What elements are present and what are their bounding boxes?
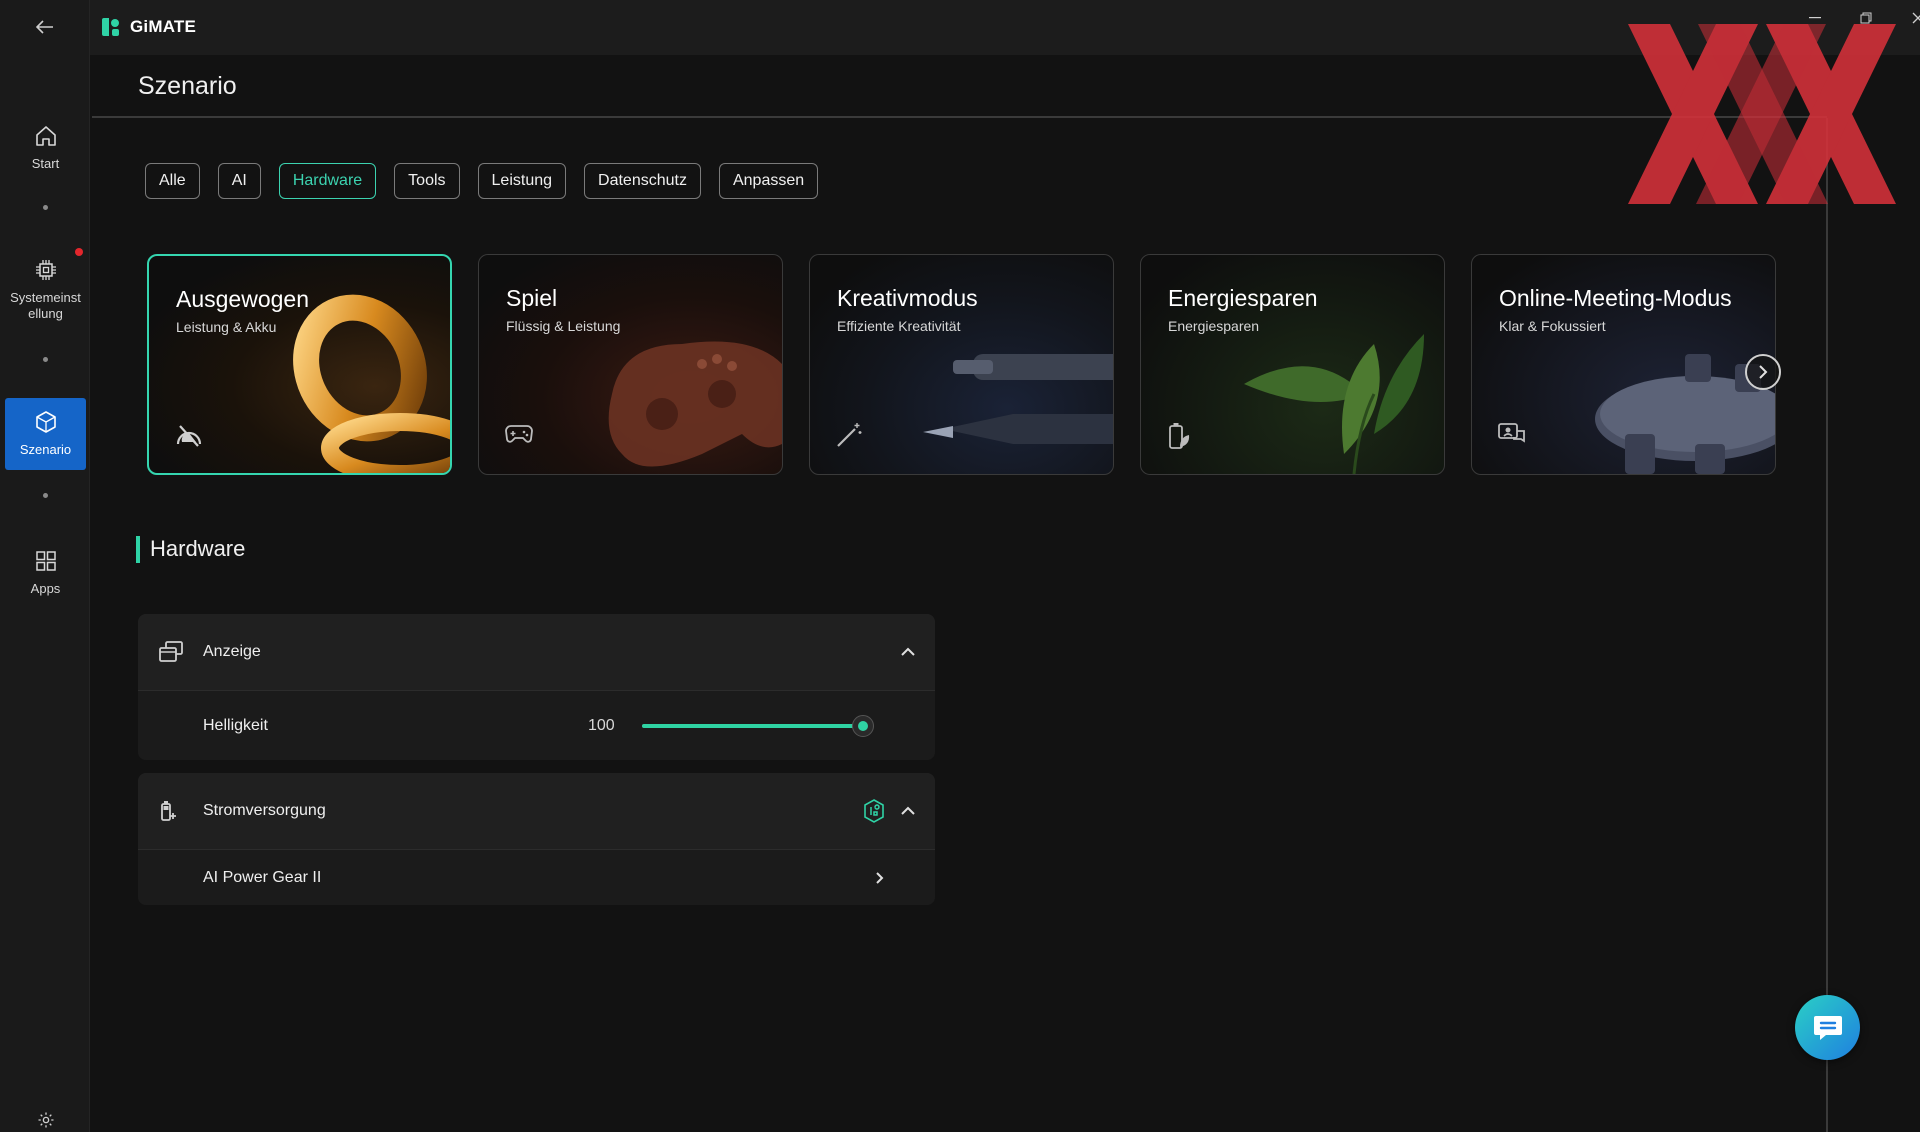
- cube-icon: [35, 411, 56, 433]
- scenario-card-ausgewogen[interactable]: Ausgewogen Leistung & Akku: [147, 254, 452, 475]
- slider-thumb[interactable]: [852, 715, 874, 737]
- nav-separator-dot: [43, 357, 48, 362]
- card-subtitle: Effiziente Kreativität: [837, 318, 961, 334]
- filter-chip-anpassen[interactable]: Anpassen: [718, 163, 819, 199]
- filter-chip-hardware[interactable]: Hardware: [278, 163, 377, 199]
- header-divider: [92, 116, 1827, 118]
- card-title: Online-Meeting-Modus: [1499, 285, 1732, 311]
- scenario-card-kreativmodus[interactable]: Kreativmodus Effiziente Kreativität: [809, 254, 1114, 475]
- card-title: Kreativmodus: [837, 285, 978, 311]
- chip-icon: [35, 259, 56, 280]
- meeting-table-art: [1595, 354, 1775, 474]
- filter-chip-datenschutz[interactable]: Datenschutz: [584, 163, 701, 199]
- arrow-left-icon: [36, 20, 53, 34]
- meeting-icon: [1498, 423, 1525, 443]
- chevron-right-icon: [876, 871, 884, 884]
- app-logo: GiMATE: [100, 16, 196, 38]
- card-subtitle: Leistung & Akku: [176, 319, 277, 335]
- page-title: Szenario: [138, 72, 237, 100]
- sidebar-item-label-cont: ellung: [28, 305, 63, 321]
- display-panel-header[interactable]: Anzeige: [138, 614, 935, 690]
- power-label: Stromversorgung: [203, 802, 326, 819]
- close-button[interactable]: [1903, 8, 1920, 28]
- restore-icon: [1860, 12, 1872, 24]
- filter-chips: Alle AI Hardware Tools Leistung Datensch…: [145, 163, 819, 199]
- ai-power-gear-label: AI Power Gear II: [203, 868, 322, 886]
- chevron-up-icon[interactable]: [901, 647, 915, 657]
- sidebar-item-systemeinstellung[interactable]: Systemeinst ellung: [5, 252, 86, 327]
- card-subtitle: Flüssig & Leistung: [506, 318, 621, 334]
- settings-button[interactable]: [34, 1108, 58, 1132]
- section-title: Hardware: [150, 536, 246, 561]
- magic-wand-icon: [837, 423, 862, 447]
- card-title: Ausgewogen: [176, 286, 309, 312]
- close-icon: [1912, 12, 1920, 24]
- sidebar-item-label: Apps: [30, 580, 61, 596]
- brightness-row: Helligkeit 100: [138, 690, 935, 760]
- card-subtitle: Energiesparen: [1168, 318, 1260, 334]
- chevron-right-icon: [1759, 365, 1768, 379]
- gear-icon: [38, 1112, 54, 1128]
- chat-button[interactable]: [1795, 995, 1860, 1060]
- filter-chip-ai[interactable]: AI: [217, 163, 261, 199]
- power-panel-header[interactable]: Stromversorgung: [138, 773, 935, 849]
- scenario-card-energiesparen[interactable]: Energiesparen Energiesparen: [1140, 254, 1445, 475]
- battery-leaf-icon: [1169, 423, 1190, 449]
- notification-dot: [75, 248, 83, 256]
- minimize-icon: [1809, 17, 1821, 19]
- display-label: Anzeige: [203, 643, 261, 660]
- gamepad-icon: [505, 425, 533, 443]
- battery-plug-icon: [161, 801, 176, 821]
- grid-icon: [35, 550, 56, 571]
- nav-separator-dot: [43, 205, 48, 210]
- back-button[interactable]: [28, 14, 62, 40]
- section-accent-bar: [136, 536, 140, 563]
- gimate-logo-icon: [102, 18, 119, 36]
- nav-separator-dot: [43, 493, 48, 498]
- balance-icon: [176, 425, 202, 447]
- scroll-track[interactable]: [1826, 118, 1828, 1132]
- scenario-card-online-meeting[interactable]: Online-Meeting-Modus Klar & Fokussiert: [1471, 254, 1776, 475]
- sidebar-item-start[interactable]: Start: [5, 115, 86, 180]
- watermark-logo-icon: [1628, 24, 1896, 204]
- filter-chip-alle[interactable]: Alle: [145, 163, 200, 199]
- pen-art: [923, 354, 1113, 444]
- sidebar-item-label: Start: [31, 155, 60, 171]
- brightness-label: Helligkeit: [203, 716, 268, 734]
- chevron-up-icon[interactable]: [901, 806, 915, 816]
- slider-fill: [642, 724, 863, 728]
- sidebar-item-szenario[interactable]: Szenario: [5, 398, 86, 470]
- filter-chip-leistung[interactable]: Leistung: [477, 163, 567, 199]
- brightness-slider[interactable]: [642, 713, 882, 739]
- carousel-next-button[interactable]: [1745, 354, 1781, 390]
- display-panel: Anzeige Helligkeit 100: [138, 614, 935, 760]
- sidebar-item-label: Systemeinst: [10, 289, 81, 305]
- brightness-value: 100: [588, 716, 615, 734]
- app-name: GiMATE: [130, 17, 197, 36]
- power-panel: Stromversorgung AI Power Gear II: [138, 773, 935, 905]
- filter-chip-tools[interactable]: Tools: [394, 163, 460, 199]
- sidebar-item-label: Szenario: [19, 442, 72, 457]
- sidebar: Start Systemeinst ellung Szenario Apps: [0, 0, 90, 1132]
- display-icon: [159, 641, 183, 662]
- home-icon: [35, 125, 56, 146]
- ai-power-gear-row[interactable]: AI Power Gear II: [138, 849, 935, 905]
- card-title: Spiel: [506, 285, 558, 311]
- scenario-card-spiel[interactable]: Spiel Flüssig & Leistung: [478, 254, 783, 475]
- card-subtitle: Klar & Fokussiert: [1499, 318, 1606, 334]
- sidebar-item-apps[interactable]: Apps: [5, 540, 86, 605]
- card-title: Energiesparen: [1168, 285, 1318, 311]
- chat-bubble-icon: [1813, 1015, 1842, 1040]
- ai-hex-badge-icon: [864, 799, 884, 823]
